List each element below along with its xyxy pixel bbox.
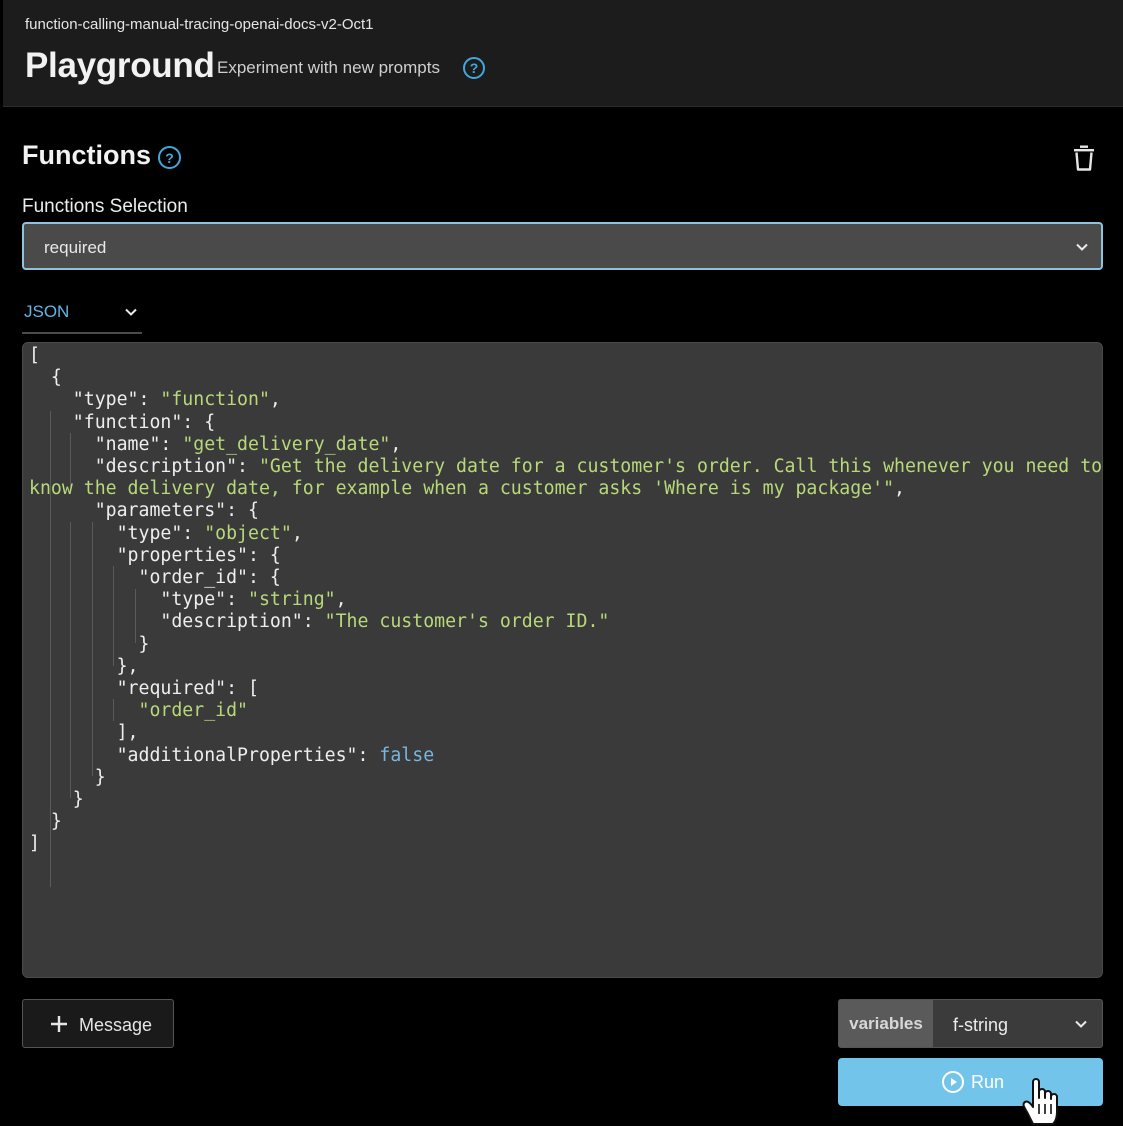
format-dropdown[interactable]: JSON: [22, 292, 142, 334]
question-circle-icon[interactable]: ?: [463, 57, 485, 79]
trash-icon[interactable]: [1071, 144, 1097, 172]
functions-selection-value: required: [44, 238, 107, 257]
code-line: "type": "object",: [29, 522, 303, 544]
page-title: Playground: [25, 46, 215, 85]
code-line: "required": [: [29, 678, 259, 700]
code-line: "order_id": {: [29, 567, 281, 589]
variables-format-select[interactable]: variables f-string: [838, 999, 1103, 1048]
project-name: function-calling-manual-tracing-openai-d…: [25, 16, 374, 33]
page-subtitle: Experiment with new prompts: [217, 58, 440, 77]
code-line: {: [29, 367, 62, 389]
code-line: }: [29, 789, 84, 811]
functions-title: Functions: [22, 140, 151, 170]
code-line: "properties": {: [29, 544, 281, 566]
code-line: "order_id": [138, 700, 249, 722]
chevron-down-icon: [1075, 1020, 1087, 1028]
code-line: ],: [29, 722, 139, 744]
code-line: "description": "Get the delivery date fo…: [29, 456, 1103, 478]
code-line: "type": "function",: [29, 389, 281, 411]
variables-format-value: f-string: [953, 1015, 1009, 1035]
add-message-button[interactable]: Message: [22, 999, 174, 1048]
run-button-label: Run: [971, 1072, 1005, 1092]
header: function-calling-manual-tracing-openai-d…: [3, 0, 1123, 107]
code-line: know the delivery date, for example when…: [29, 478, 905, 500]
format-dropdown-label: JSON: [24, 302, 70, 321]
code-line: ]: [29, 833, 40, 855]
hand-cursor-icon: [1022, 1078, 1058, 1125]
code-line: }: [29, 766, 106, 788]
code-line: "name": "get_delivery_date",: [29, 433, 402, 455]
json-code-editor[interactable]: [ { "type": "function", "function": { "n…: [22, 342, 1103, 978]
code-content: [ { "type": "function", "function": { "n…: [29, 345, 1102, 856]
plus-icon: [51, 1016, 67, 1032]
chevron-down-icon: [1076, 243, 1088, 251]
code-line: }: [29, 633, 150, 655]
question-circle-icon[interactable]: ?: [158, 146, 181, 169]
code-line: [: [29, 345, 40, 366]
functions-selection-select[interactable]: required: [22, 222, 1103, 270]
code-line: "additionalProperties": false: [29, 744, 435, 766]
code-line: "description": "The customer's order ID.…: [29, 611, 610, 633]
chevron-down-icon: [125, 308, 137, 316]
code-line: "function": {: [29, 411, 216, 433]
code-line: "parameters": {: [29, 500, 259, 522]
functions-selection-label: Functions Selection: [22, 196, 188, 217]
add-message-label: Message: [79, 1015, 153, 1035]
variables-label: variables: [839, 1000, 933, 1047]
code-line: },: [29, 655, 139, 677]
play-circle-icon: [942, 1071, 964, 1093]
code-line: }: [29, 811, 62, 833]
code-line: "type": "string",: [29, 589, 347, 611]
